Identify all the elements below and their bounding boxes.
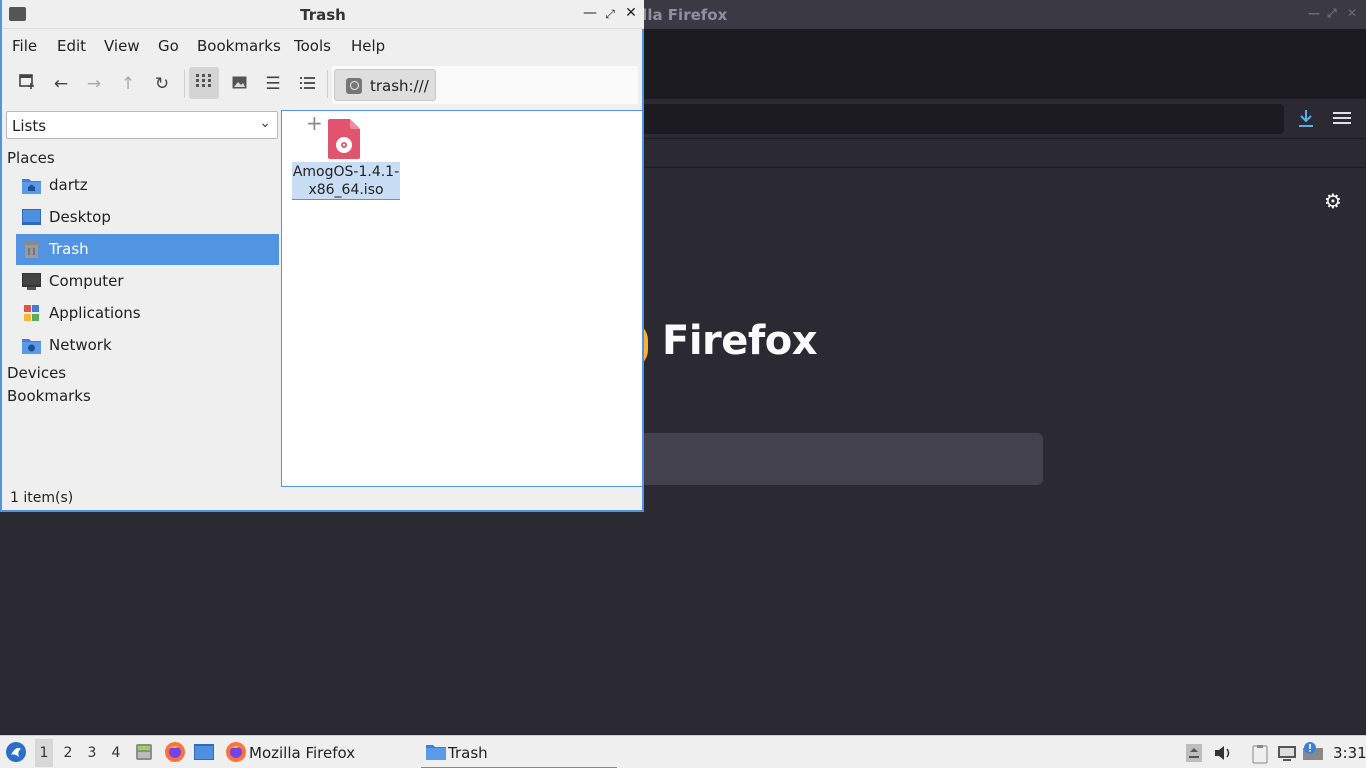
task-label: Trash xyxy=(448,744,488,762)
places-header[interactable]: Places xyxy=(7,149,55,167)
task-firefox[interactable]: Mozilla Firefox xyxy=(222,736,414,768)
tray-arrow-icon[interactable] xyxy=(1186,744,1202,762)
sidebar-item-label: Network xyxy=(49,336,112,354)
desktop-switch-3[interactable]: 3 xyxy=(83,745,101,761)
file-name-line: AmogOS-1.4.1- xyxy=(292,164,400,180)
menu-go[interactable]: Go xyxy=(158,37,179,55)
file-view[interactable]: + AmogOS-1.4.1- x86_64.iso xyxy=(281,110,643,487)
file-name-label: AmogOS-1.4.1- x86_64.iso xyxy=(292,162,400,200)
selection-plus-icon[interactable]: + xyxy=(306,111,323,135)
trash-icon xyxy=(24,242,39,258)
sidebar-item-label: Computer xyxy=(49,272,124,290)
task-label: Mozilla Firefox xyxy=(249,744,356,762)
new-tab-icon xyxy=(19,74,34,89)
menu-edit[interactable]: Edit xyxy=(57,37,86,55)
side-pane-mode-label: Lists xyxy=(12,117,47,135)
clipboard-icon[interactable] xyxy=(1250,744,1270,764)
menu-view[interactable]: View xyxy=(104,37,140,55)
back-arrow-icon[interactable]: ← xyxy=(46,72,76,96)
computer-icon xyxy=(22,273,41,290)
menu-tools[interactable]: Tools xyxy=(294,37,331,55)
icon-view-button[interactable] xyxy=(189,67,219,99)
menu-bar: File Edit View Go Bookmarks Tools Help xyxy=(2,30,644,60)
path-segment-trash[interactable]: trash:/// xyxy=(334,69,436,101)
desktop-switch-1[interactable]: 1 xyxy=(35,739,53,767)
sidebar-item-computer[interactable]: Computer xyxy=(16,266,279,297)
firefox-icon xyxy=(226,742,246,762)
desktop-switch-4[interactable]: 4 xyxy=(107,745,125,761)
firefox-minimize-button[interactable]: — xyxy=(1308,6,1320,20)
thumbnail-view-button[interactable] xyxy=(224,72,254,96)
path-text: trash:/// xyxy=(370,77,429,95)
start-menu-icon[interactable] xyxy=(5,741,27,763)
file-name-line: x86_64.iso xyxy=(308,182,384,198)
image-icon xyxy=(232,76,246,89)
home-folder-icon xyxy=(22,179,41,194)
detailed-list-view-button[interactable] xyxy=(292,72,322,96)
toolbar: ← → ↑ ↻ ☰ trash:/// xyxy=(2,62,644,106)
applications-icon xyxy=(24,305,39,321)
status-bar-text: 1 item(s) xyxy=(10,490,74,506)
forward-arrow-icon[interactable]: → xyxy=(79,72,109,96)
toolbar-separator xyxy=(184,70,185,98)
firefox-launcher-icon[interactable] xyxy=(164,741,186,763)
list-icon xyxy=(299,77,315,89)
grid-icon xyxy=(196,74,211,87)
firefox-url-bar[interactable] xyxy=(640,104,1284,134)
desktop-switch-2[interactable]: 2 xyxy=(59,745,77,761)
firefox-search-box[interactable] xyxy=(640,433,1043,485)
sidebar-item-trash[interactable]: Trash xyxy=(16,234,279,265)
disc-image-file-icon xyxy=(328,119,360,159)
sidebar-item-applications[interactable]: Applications xyxy=(16,298,279,329)
gear-icon[interactable]: ⚙ xyxy=(1324,189,1342,213)
sidebar-item-label: Desktop xyxy=(49,208,111,226)
taskbar: 1 2 3 4 Mozilla Firefox Trash 3:31 xyxy=(0,735,1366,768)
minimize-button[interactable]: — xyxy=(582,5,598,23)
firefox-close-button[interactable]: ✕ xyxy=(1347,6,1357,20)
clock[interactable]: 3:31 xyxy=(1333,744,1366,762)
file-manager-window: Trash — ⤢ ✕ File Edit View Go Bookmarks … xyxy=(0,0,644,512)
toolbar-separator xyxy=(327,70,328,98)
notification-icon[interactable] xyxy=(1302,741,1324,763)
reload-icon[interactable]: ↻ xyxy=(147,72,177,96)
download-icon[interactable] xyxy=(1296,108,1316,130)
compact-view-icon[interactable]: ☰ xyxy=(258,72,288,96)
menu-file[interactable]: File xyxy=(12,37,37,55)
network-icon xyxy=(22,339,41,354)
task-trash[interactable]: Trash xyxy=(421,736,617,768)
menu-help[interactable]: Help xyxy=(351,37,385,55)
firefox-maximize-button[interactable]: ⤢ xyxy=(1327,6,1337,21)
window-title: Trash xyxy=(300,6,346,24)
folder-icon xyxy=(426,745,446,760)
side-pane-mode-select[interactable]: Lists ⌄ xyxy=(6,111,278,139)
chevron-down-icon: ⌄ xyxy=(259,115,271,131)
sidebar-item-label: Trash xyxy=(49,240,89,258)
desktop-icon xyxy=(22,209,41,225)
search-icon xyxy=(346,78,362,94)
show-desktop-icon[interactable] xyxy=(193,743,215,761)
file-manager-launcher-icon[interactable] xyxy=(134,742,154,762)
devices-header[interactable]: Devices xyxy=(7,364,66,382)
maximize-button[interactable]: ⤢ xyxy=(602,7,618,25)
file-manager-titlebar[interactable]: Trash — ⤢ ✕ xyxy=(2,0,644,29)
bookmarks-header[interactable]: Bookmarks xyxy=(7,387,91,405)
volume-icon[interactable] xyxy=(1213,744,1233,762)
sidebar-item-label: dartz xyxy=(49,176,88,194)
network-status-icon[interactable] xyxy=(1277,744,1297,762)
sidebar-item-desktop[interactable]: Desktop xyxy=(16,202,279,233)
up-arrow-icon[interactable]: ↑ xyxy=(113,72,143,96)
firefox-wordmark: Firefox xyxy=(662,318,818,364)
sidebar-item-label: Applications xyxy=(49,304,141,322)
menu-bookmarks[interactable]: Bookmarks xyxy=(197,37,281,55)
sidebar-item-network[interactable]: Network xyxy=(16,330,279,361)
close-button[interactable]: ✕ xyxy=(623,5,639,23)
new-tab-button[interactable] xyxy=(12,72,42,96)
sidebar-item-dartz[interactable]: dartz xyxy=(16,170,279,201)
path-bar[interactable]: trash:/// xyxy=(332,66,638,104)
hamburger-menu-icon[interactable] xyxy=(1333,110,1351,128)
